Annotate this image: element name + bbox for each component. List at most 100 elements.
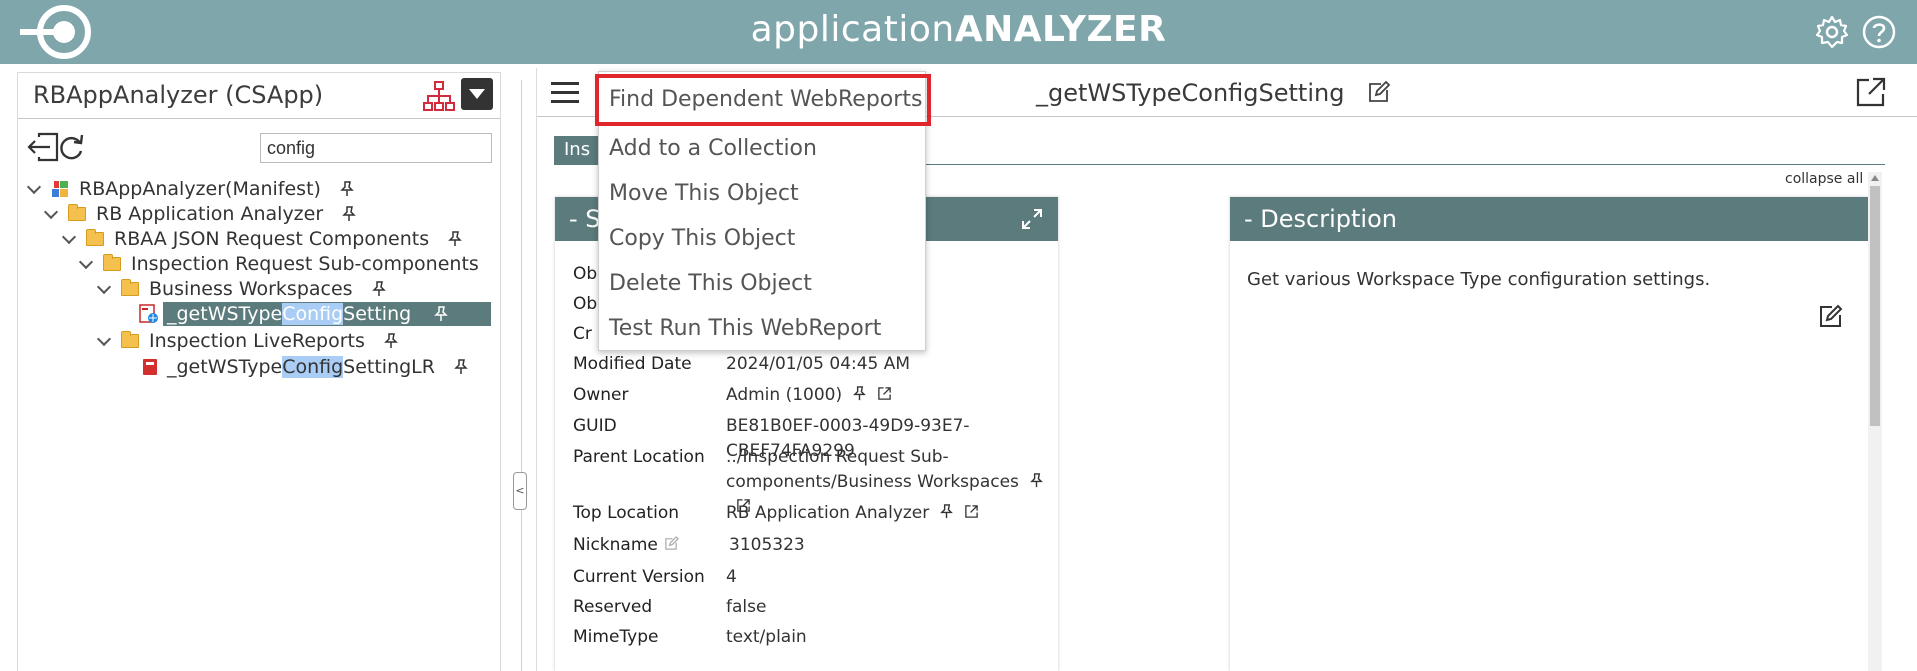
tree-item-label-post: SettingLR xyxy=(343,356,435,378)
collapse-all-link[interactable]: collapse all xyxy=(1785,171,1863,187)
property-label: GUID xyxy=(573,416,617,436)
folder-icon xyxy=(86,229,104,246)
tree-item-folder[interactable]: RB Application Analyzer xyxy=(44,200,357,228)
livereport-icon xyxy=(143,359,157,375)
filter-input[interactable] xyxy=(260,133,492,163)
pin-icon[interactable] xyxy=(383,333,399,349)
chevron-down-icon[interactable] xyxy=(62,232,76,246)
pin-icon[interactable] xyxy=(433,306,449,322)
panel-dropdown-button[interactable] xyxy=(461,78,493,110)
object-title: _getWSTypeConfigSetting xyxy=(1036,79,1345,107)
hamburger-menu-icon[interactable] xyxy=(551,82,579,104)
panel-divider xyxy=(521,80,522,671)
chevron-down-icon[interactable] xyxy=(97,334,111,348)
property-label: Parent Location xyxy=(573,447,705,467)
property-value: 4 xyxy=(726,567,737,587)
pin-icon[interactable] xyxy=(371,281,387,297)
property-value: false xyxy=(726,597,767,617)
top-bar: applicationANALYZER xyxy=(0,0,1917,64)
menu-item-copy-object[interactable]: Copy This Object xyxy=(599,216,925,261)
search-match: Config xyxy=(282,303,344,325)
folder-icon xyxy=(121,279,139,296)
pin-icon[interactable] xyxy=(447,231,463,247)
folder-icon xyxy=(121,331,139,348)
search-match: Config xyxy=(282,356,344,378)
edit-icon[interactable] xyxy=(1367,80,1391,104)
card-header[interactable]: - Description xyxy=(1230,197,1868,241)
sitemap-icon[interactable] xyxy=(422,79,456,113)
owner-value[interactable]: Admin (1000) xyxy=(726,385,842,405)
expand-icon[interactable] xyxy=(1020,207,1044,231)
description-card: - Description Get various Workspace Type… xyxy=(1230,197,1868,671)
menu-item-test-run-webreport[interactable]: Test Run This WebReport xyxy=(599,306,925,351)
scrollbar[interactable] xyxy=(1868,172,1882,671)
property-label: Nickname xyxy=(573,533,723,558)
tree-item-label-pre: _getWSType xyxy=(167,303,283,325)
collapse-panel-handle[interactable]: < xyxy=(513,472,527,510)
folder-icon xyxy=(103,254,121,271)
property-label: Modified Date xyxy=(573,354,692,374)
chevron-down-icon[interactable] xyxy=(27,182,41,196)
app-title: applicationANALYZER xyxy=(0,8,1917,52)
scrollbar-thumb[interactable] xyxy=(1870,186,1880,426)
chevron-down-icon[interactable] xyxy=(44,207,58,221)
context-menu: Find Dependent WebReports Add to a Colle… xyxy=(595,71,931,351)
menu-item-find-dependent-webreports[interactable]: Find Dependent WebReports xyxy=(595,74,931,126)
menu-item-move-object[interactable]: Move This Object xyxy=(599,171,925,216)
tree-item-webreport-selected[interactable]: _getWSType Config Setting xyxy=(139,300,491,328)
pin-icon[interactable] xyxy=(1029,473,1044,488)
chevron-down-icon[interactable] xyxy=(79,257,93,271)
scroll-up-arrow-icon[interactable] xyxy=(1871,175,1879,181)
menu-item-delete-object[interactable]: Delete This Object xyxy=(599,261,925,306)
property-label: Reserved xyxy=(573,597,653,617)
app-title-bold: ANALYZER xyxy=(954,9,1167,50)
edit-icon[interactable] xyxy=(1818,303,1844,329)
tab-inspect[interactable]: Ins xyxy=(554,136,604,164)
gear-icon[interactable] xyxy=(1814,14,1850,50)
manifest-icon xyxy=(52,181,68,197)
pin-icon[interactable] xyxy=(341,206,357,222)
pin-icon[interactable] xyxy=(852,386,867,401)
top-location-link[interactable]: RB Application Analyzer xyxy=(726,503,929,523)
divider xyxy=(18,118,500,119)
tree-item-label: Business Workspaces xyxy=(149,278,353,300)
selected-row: _getWSType Config Setting xyxy=(163,302,491,326)
property-value: RB Application Analyzer xyxy=(726,501,1048,526)
refresh-icon[interactable] xyxy=(54,131,88,163)
property-value: Admin (1000) xyxy=(726,383,1048,408)
help-circle-icon[interactable] xyxy=(1861,14,1897,50)
pin-icon[interactable] xyxy=(453,359,469,375)
tree-item-label: RB Application Analyzer xyxy=(96,203,324,225)
pin-icon[interactable] xyxy=(339,181,355,197)
navigation-panel: RBAppAnalyzer (CSApp) RBAppAnalyzer(Mani… xyxy=(17,72,501,671)
property-label: Top Location xyxy=(573,503,679,523)
tree-item-livereport[interactable]: _getWSType Config SettingLR xyxy=(141,353,469,381)
tree-item-label-pre: _getWSType xyxy=(167,356,283,378)
tree-item-folder[interactable]: Business Workspaces xyxy=(97,275,387,303)
tree-item-manifest[interactable]: RBAppAnalyzer(Manifest) xyxy=(27,175,355,203)
external-link-icon[interactable] xyxy=(1855,76,1887,108)
external-link-icon[interactable] xyxy=(964,504,979,519)
tree-item-label: Inspection LiveReports xyxy=(149,330,365,352)
panel-title: RBAppAnalyzer (CSApp) xyxy=(33,81,324,109)
property-value: text/plain xyxy=(726,627,807,647)
external-link-icon[interactable] xyxy=(877,386,892,401)
folder-icon xyxy=(68,204,86,221)
parent-location-link[interactable]: ../Inspection Request Sub-components/Bus… xyxy=(726,447,1019,492)
tree-item-folder[interactable]: Inspection Request Sub-components xyxy=(79,250,479,278)
property-label: Current Version xyxy=(573,567,705,587)
webreport-icon xyxy=(139,304,158,323)
property-value: 3105323 xyxy=(729,535,805,555)
tree-item-label: RBAA JSON Request Components xyxy=(114,228,430,250)
property-label: Owner xyxy=(573,385,629,405)
tree-item-folder[interactable]: Inspection LiveReports xyxy=(97,327,399,355)
edit-icon[interactable] xyxy=(664,536,679,551)
tree-item-label: RBAppAnalyzer(Manifest) xyxy=(79,178,321,200)
chevron-down-icon[interactable] xyxy=(97,282,111,296)
description-text: Get various Workspace Type configuration… xyxy=(1247,269,1711,290)
menu-item-add-to-collection[interactable]: Add to a Collection xyxy=(599,126,925,171)
tree-item-folder[interactable]: RBAA JSON Request Components xyxy=(62,225,463,253)
app-title-light: application xyxy=(750,9,955,50)
pin-icon[interactable] xyxy=(939,504,954,519)
property-value: 2024/01/05 04:45 AM xyxy=(726,354,911,374)
